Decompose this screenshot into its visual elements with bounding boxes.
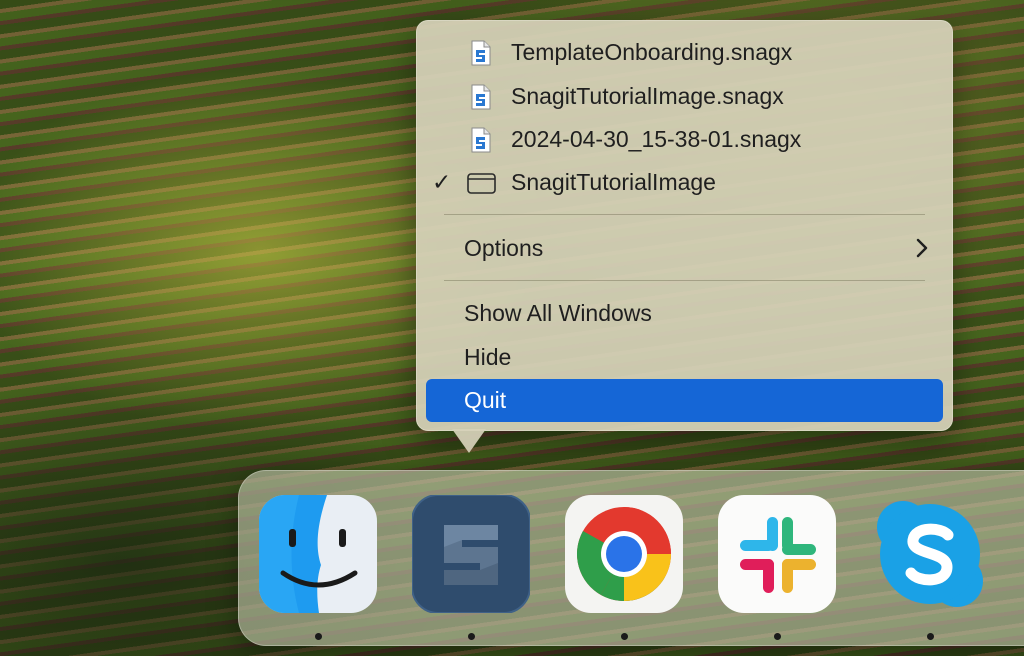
menu-item-show-all-windows[interactable]: Show All Windows — [426, 292, 943, 335]
menu-item-hide[interactable]: Hide — [426, 336, 943, 379]
running-indicator-dot — [621, 633, 628, 640]
snagit-file-icon — [471, 40, 491, 66]
menu-item-recent-file-1[interactable]: TemplateOnboarding.snagx — [426, 31, 943, 74]
running-indicator-dot — [315, 633, 322, 640]
dock-app-chrome[interactable] — [565, 495, 683, 613]
menu-item-label: SnagitTutorialImage.snagx — [511, 83, 784, 109]
menu-separator — [444, 214, 925, 215]
dock-app-snagit[interactable] — [412, 495, 530, 613]
menu-item-label: Hide — [464, 344, 512, 370]
dock — [238, 470, 1024, 646]
menu-item-window-snagit-tutorial-image[interactable]: ✓ SnagitTutorialImage — [426, 161, 943, 204]
dock-context-menu: TemplateOnboarding.snagx SnagitTutorialI… — [416, 20, 953, 431]
menu-item-label: Quit — [464, 387, 507, 413]
menu-item-label: SnagitTutorialImage — [511, 169, 716, 195]
menu-item-quit[interactable]: Quit — [426, 379, 943, 422]
snagit-file-icon — [471, 127, 491, 153]
snagit-file-icon — [471, 84, 491, 110]
skype-icon — [877, 501, 983, 607]
menu-item-label: 2024-04-30_15-38-01.snagx — [511, 126, 802, 152]
window-icon — [467, 173, 496, 194]
checkmark-icon: ✓ — [432, 169, 452, 195]
menu-separator — [444, 280, 925, 281]
menu-item-label: Options — [464, 235, 544, 261]
running-indicator-dot — [468, 633, 475, 640]
menu-item-recent-file-2[interactable]: SnagitTutorialImage.snagx — [426, 75, 943, 118]
running-indicator-dot — [927, 633, 934, 640]
running-indicator-dot — [774, 633, 781, 640]
snagit-icon — [412, 495, 530, 613]
menu-pointer — [452, 429, 486, 453]
dock-app-slack[interactable] — [718, 495, 836, 613]
chrome-icon — [565, 495, 683, 613]
chevron-right-icon — [916, 238, 928, 258]
dock-app-skype[interactable] — [871, 495, 989, 613]
menu-item-recent-file-3[interactable]: 2024-04-30_15-38-01.snagx — [426, 118, 943, 161]
finder-icon — [259, 495, 377, 613]
menu-item-label: TemplateOnboarding.snagx — [511, 39, 793, 65]
menu-item-label: Show All Windows — [464, 300, 652, 326]
slack-icon — [718, 495, 836, 613]
menu-item-options[interactable]: Options — [426, 227, 943, 270]
dock-app-finder[interactable] — [259, 495, 377, 613]
